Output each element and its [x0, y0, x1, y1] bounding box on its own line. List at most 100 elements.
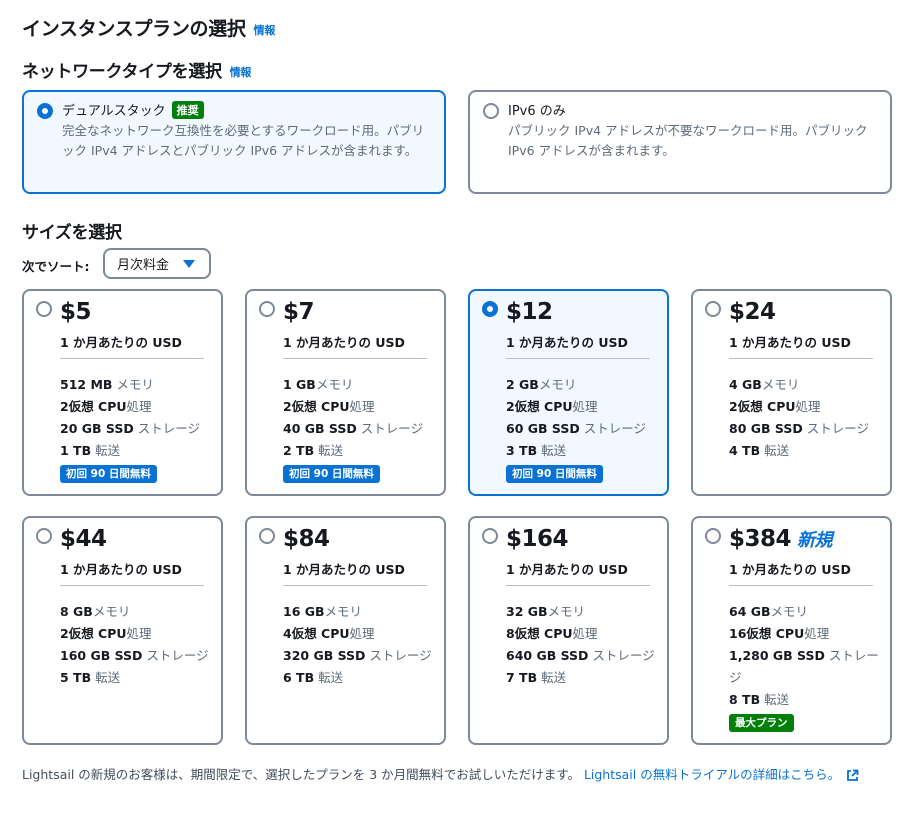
spec-storage: 20 GB SSD ストレージ: [60, 418, 218, 440]
plan-promo-badge: 初回 90 日間無料: [506, 465, 603, 483]
plan-specs: 32 GBメモリ 8仮想 CPU処理 640 GB SSD ストレージ 7 TB 転送: [506, 601, 664, 689]
plan-price-row: $84: [283, 526, 330, 552]
sort-label: 次でソート:: [22, 259, 90, 274]
radio-button[interactable]: [36, 528, 52, 544]
spec-transfer: 6 TB 転送: [283, 667, 441, 689]
plan-price-unit: 1 か月あたりの USD: [729, 335, 851, 350]
spec-cpu-unit: 処理: [126, 399, 152, 414]
spec-memory-unit: メモリ: [761, 377, 800, 392]
spec-transfer-unit: 転送: [760, 443, 790, 458]
spec-cpu-value: 2仮想 CPU: [60, 626, 127, 641]
spec-transfer: 3 TB 転送: [506, 440, 664, 462]
spec-memory: 1 GBメモリ: [283, 374, 441, 396]
network-option-ipv6-only[interactable]: IPv6 のみ パブリック IPv4 アドレスが不要なワークロード用。パブリック…: [468, 90, 892, 194]
radio-button[interactable]: [36, 301, 52, 317]
spec-memory: 2 GBメモリ: [506, 374, 664, 396]
plan-specs: 4 GBメモリ 2仮想 CPU処理 80 GB SSD ストレージ 4 TB 転送: [729, 374, 887, 462]
plan-card[interactable]: $24 1 か月あたりの USD 4 GBメモリ 2仮想 CPU処理 80 GB SSD…: [691, 289, 892, 496]
plan-price: $44: [60, 526, 107, 552]
spec-storage: 320 GB SSD ストレージ: [283, 645, 441, 667]
radio-button[interactable]: [483, 103, 499, 119]
radio-button[interactable]: [37, 103, 53, 119]
plan-card[interactable]: $384 新規 1 か月あたりの USD 64 GBメモリ 16仮想 CPU処理 1,28…: [691, 516, 892, 745]
spec-transfer-value: 4 TB: [729, 443, 761, 458]
spec-cpu: 2仮想 CPU処理: [60, 396, 218, 418]
plan-price-unit: 1 か月あたりの USD: [506, 335, 628, 350]
spec-storage: 640 GB SSD ストレージ: [506, 645, 664, 667]
plan-price-unit: 1 か月あたりの USD: [283, 335, 405, 350]
info-link[interactable]: 情報: [254, 24, 276, 37]
spec-storage-value: 60 GB SSD: [506, 421, 580, 436]
plan-card[interactable]: $5 1 か月あたりの USD 512 MB メモリ 2仮想 CPU処理 20 GB S…: [22, 289, 223, 496]
caret-down-icon: [183, 260, 195, 268]
spec-storage-unit: ストレージ: [802, 421, 869, 436]
radio-button[interactable]: [705, 301, 721, 317]
plan-specs: 1 GBメモリ 2仮想 CPU処理 40 GB SSD ストレージ 2 TB 転送 初回…: [283, 374, 441, 484]
spec-cpu: 16仮想 CPU処理: [729, 623, 887, 645]
plan-price-unit: 1 か月あたりの USD: [283, 562, 405, 577]
spec-memory-value: 4 GB: [729, 377, 762, 392]
spec-cpu-value: 4仮想 CPU: [283, 626, 350, 641]
plan-card[interactable]: $12 1 か月あたりの USD 2 GBメモリ 2仮想 CPU処理 60 GB SSD…: [468, 289, 669, 496]
radio-button[interactable]: [259, 528, 275, 544]
spec-storage-unit: ストレージ: [579, 421, 646, 436]
spec-memory-value: 64 GB: [729, 604, 771, 619]
plan-price-row: $7: [283, 299, 315, 325]
spec-memory: 16 GBメモリ: [283, 601, 441, 623]
network-option-description: 完全なネットワーク互換性を必要とするワークロード用。パブリック IPv4 アドレ…: [62, 123, 425, 158]
plan-promo-badge: 最大プラン: [729, 714, 794, 732]
page-title-text: インスタンスプランの選択: [22, 18, 246, 40]
external-link-icon: [847, 769, 859, 781]
radio-button[interactable]: [482, 301, 498, 317]
spec-transfer: 1 TB 転送: [60, 440, 218, 462]
plan-price: $84: [283, 526, 330, 552]
radio-button[interactable]: [259, 301, 275, 317]
spec-transfer-unit: 転送: [537, 443, 567, 458]
spec-storage-value: 320 GB SSD: [283, 648, 366, 663]
spec-transfer-unit: 転送: [314, 443, 344, 458]
spec-memory-unit: メモリ: [547, 604, 586, 619]
sort-select-value: 月次料金: [117, 258, 170, 273]
plan-card[interactable]: $44 1 か月あたりの USD 8 GBメモリ 2仮想 CPU処理 160 GB SS…: [22, 516, 223, 745]
plan-price-row: $44: [60, 526, 107, 552]
spec-storage: 1,280 GB SSD ストレージ: [729, 645, 887, 689]
network-option-description: パブリック IPv4 アドレスが不要なワークロード用。パブリック IPv6 アド…: [508, 123, 868, 158]
new-tag: 新規: [797, 530, 833, 551]
spec-cpu: 2仮想 CPU処理: [283, 396, 441, 418]
plan-price-row: $12: [506, 299, 553, 325]
plan-card[interactable]: $84 1 か月あたりの USD 16 GBメモリ 4仮想 CPU処理 320 GB S…: [245, 516, 446, 745]
spec-memory-unit: メモリ: [92, 604, 131, 619]
plan-card[interactable]: $7 1 か月あたりの USD 1 GBメモリ 2仮想 CPU処理 40 GB SSD …: [245, 289, 446, 496]
spec-transfer: 8 TB 転送: [729, 689, 887, 711]
spec-memory-unit: メモリ: [324, 604, 363, 619]
footer-text: Lightsail の新規のお客様は、期間限定で、選択したプランを 3 か月間無…: [22, 767, 580, 782]
plan-price-row: $384 新規: [729, 526, 833, 552]
spec-transfer-value: 2 TB: [283, 443, 315, 458]
network-option-title: IPv6 のみ: [508, 100, 566, 119]
plan-price: $384: [729, 526, 792, 552]
network-info-link[interactable]: 情報: [230, 66, 252, 79]
spec-memory: 512 MB メモリ: [60, 374, 218, 396]
network-option-dual-stack[interactable]: デュアルスタック 推奨 完全なネットワーク互換性を必要とするワークロード用。パブ…: [22, 90, 446, 194]
divider: [506, 358, 650, 359]
network-option-title: デュアルスタック 推奨: [62, 100, 204, 119]
divider: [506, 585, 650, 586]
spec-storage-value: 20 GB SSD: [60, 421, 134, 436]
spec-cpu-value: 2仮想 CPU: [506, 399, 573, 414]
radio-button[interactable]: [482, 528, 498, 544]
spec-cpu-value: 8仮想 CPU: [506, 626, 573, 641]
plan-card[interactable]: $164 1 か月あたりの USD 32 GBメモリ 8仮想 CPU処理 640 GB …: [468, 516, 669, 745]
spec-transfer-unit: 転送: [91, 443, 121, 458]
spec-cpu: 2仮想 CPU処理: [506, 396, 664, 418]
spec-memory-value: 1 GB: [283, 377, 316, 392]
plan-price: $5: [60, 299, 92, 325]
spec-transfer-value: 5 TB: [60, 670, 92, 685]
sort-select[interactable]: 月次料金: [103, 248, 211, 279]
plan-price-row: $164: [506, 526, 569, 552]
spec-transfer: 5 TB 転送: [60, 667, 218, 689]
spec-storage-value: 40 GB SSD: [283, 421, 357, 436]
radio-button[interactable]: [705, 528, 721, 544]
spec-cpu: 4仮想 CPU処理: [283, 623, 441, 645]
spec-memory-unit: メモリ: [315, 377, 354, 392]
free-trial-link[interactable]: Lightsail の無料トライアルの詳細はこちら。: [584, 767, 859, 782]
